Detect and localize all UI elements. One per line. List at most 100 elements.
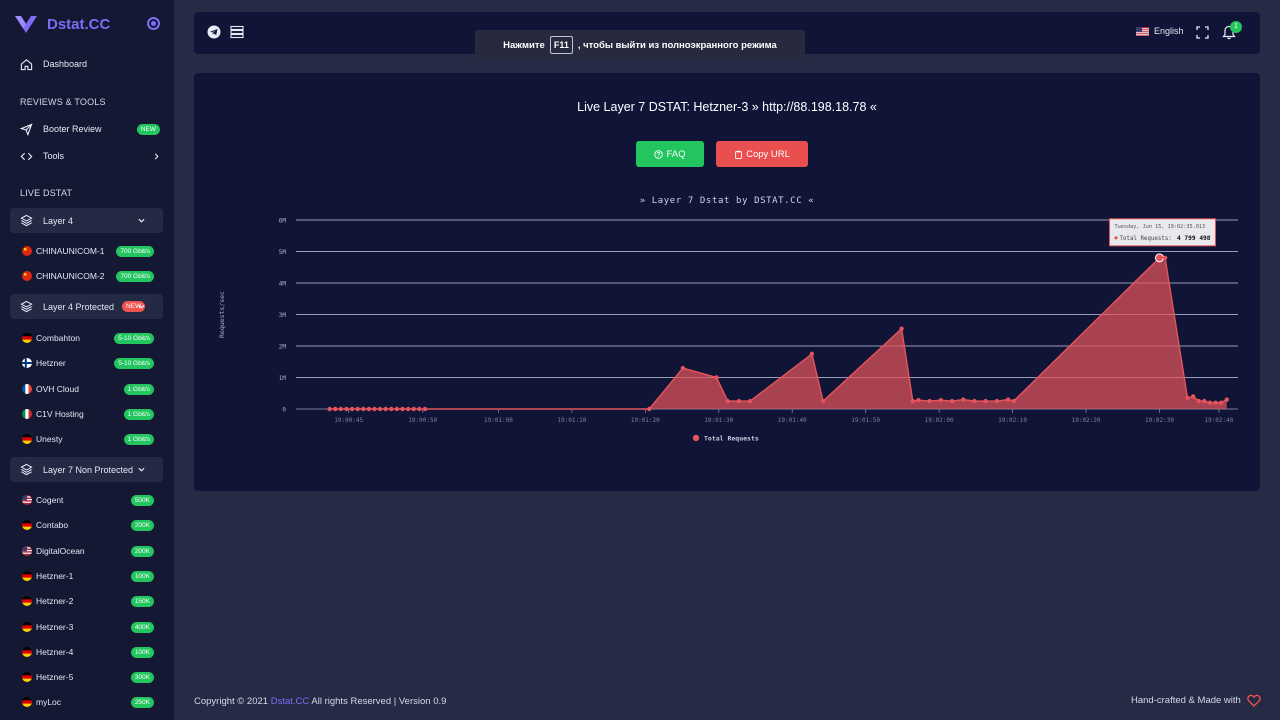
y-tick-label: 5M bbox=[279, 249, 287, 256]
layers-icon bbox=[20, 214, 33, 227]
chevron-down-icon bbox=[138, 304, 145, 309]
sidebar-item-label: Hetzner-1 bbox=[36, 570, 74, 581]
legend-marker bbox=[692, 434, 700, 442]
capacity-badge: 200K bbox=[130, 545, 154, 557]
sidebar-item-chinaunicom-1[interactable]: CHINAUNICOM-1 700 Gbit/s bbox=[22, 244, 154, 258]
data-point bbox=[1218, 400, 1224, 405]
data-point bbox=[680, 365, 686, 371]
sidebar-item-c1v-hosting[interactable]: C1V Hosting 1 Gbit/s bbox=[22, 407, 154, 421]
us-flag-icon bbox=[1136, 26, 1149, 36]
sidebar-item-hetzner-5[interactable]: Hetzner-5 300K bbox=[22, 670, 154, 684]
cn-flag-icon bbox=[22, 246, 32, 256]
sidebar-item-myloc[interactable]: myLoc 250K bbox=[22, 695, 154, 709]
capacity-badge: 300K bbox=[130, 672, 154, 684]
legend-label: Total Requests bbox=[704, 435, 759, 443]
brand[interactable]: Dstat.CC bbox=[14, 13, 110, 35]
series-area bbox=[329, 257, 1227, 409]
data-point bbox=[372, 406, 377, 412]
capacity-badge: 700 Gbit/s bbox=[116, 271, 154, 282]
dstat-card: Live Layer 7 DSTAT: Hetzner-3 » http://8… bbox=[194, 73, 1260, 491]
data-point bbox=[361, 406, 366, 412]
data-point bbox=[647, 406, 652, 412]
footer-copyright: Copyright © 2021 Dstat.CC All rights Res… bbox=[194, 696, 446, 707]
data-point bbox=[1196, 398, 1201, 404]
sidebar-item-contabo[interactable]: Contabo 200K bbox=[22, 518, 154, 532]
sidebar-item-cogent[interactable]: Cogent 500K bbox=[22, 493, 154, 507]
capacity-badge: 1 Gbit/s bbox=[123, 383, 154, 395]
sidebar-item-label: Unesty bbox=[36, 434, 63, 445]
group-layer7[interactable]: Layer 7 Non Protected bbox=[10, 457, 163, 482]
language-selector[interactable]: English bbox=[1136, 26, 1184, 36]
x-tick-label: 19:01:30 bbox=[704, 417, 733, 424]
fullscreen-notice-text-2: , чтобы выйти из полноэкранного режима bbox=[577, 39, 777, 51]
group-label: Layer 7 Non Protected bbox=[43, 464, 134, 475]
heart-icon bbox=[1247, 694, 1261, 707]
sidebar-item-label: Hetzner-4 bbox=[36, 646, 74, 657]
sidebar-toggle-icon[interactable] bbox=[147, 17, 160, 30]
chevron-down-icon bbox=[138, 467, 145, 472]
data-point bbox=[938, 397, 944, 403]
data-point bbox=[820, 398, 826, 404]
send-icon bbox=[20, 122, 33, 136]
sidebar-item-hetzner[interactable]: Hetzner 5-10 Gbit/s bbox=[22, 356, 154, 370]
fullscreen-icon[interactable] bbox=[1196, 26, 1209, 39]
sidebar-item-hetzner-1[interactable]: Hetzner-1 100K bbox=[22, 569, 154, 583]
server-icon[interactable] bbox=[230, 25, 244, 39]
language-label: English bbox=[1154, 26, 1184, 36]
fullscreen-notice-text: Нажмите bbox=[503, 39, 545, 51]
sidebar-item-chinaunicom-2[interactable]: CHINAUNICOM-2 700 Gbit/s bbox=[22, 269, 154, 283]
section-title-reviews: REVIEWS & TOOLS bbox=[20, 97, 106, 107]
it-flag-icon bbox=[22, 408, 32, 419]
capacity-badge: 400K bbox=[130, 621, 154, 633]
data-point bbox=[1202, 398, 1207, 404]
sidebar-item-hetzner-4[interactable]: Hetzner-4 100K bbox=[22, 645, 154, 659]
x-tick-label: 19:01:10 bbox=[557, 417, 586, 424]
de-flag-icon bbox=[22, 570, 32, 581]
x-tick-label: 19:02:30 bbox=[1145, 417, 1174, 424]
data-point bbox=[809, 351, 815, 357]
data-point bbox=[725, 398, 730, 404]
x-tick-label: 19:01:00 bbox=[484, 417, 513, 424]
group-layer4-protected[interactable]: Layer 4 Protected NEW bbox=[10, 294, 163, 319]
sidebar-item-digitalocean[interactable]: DigitalOcean 200K bbox=[22, 544, 154, 558]
capacity-badge: 100K bbox=[130, 646, 154, 658]
made-with-label: Hand-crafted & Made with bbox=[1131, 695, 1241, 706]
capacity-badge: 200K bbox=[130, 520, 154, 532]
sidebar-item-label: C1V Hosting bbox=[36, 408, 84, 419]
data-point bbox=[1207, 400, 1213, 405]
y-tick-label: 6M bbox=[279, 218, 287, 225]
sidebar-item-hetzner-2[interactable]: Hetzner-2 150K bbox=[22, 594, 154, 608]
sidebar-item-combahton[interactable]: Combahton 5-10 Gbit/s bbox=[22, 331, 154, 345]
sidebar-item-label: Hetzner bbox=[36, 358, 66, 369]
data-point bbox=[422, 406, 428, 412]
copyright-link[interactable]: Dstat.CC bbox=[271, 696, 310, 707]
sidebar-item-tools[interactable]: Tools bbox=[20, 147, 160, 165]
de-flag-icon bbox=[22, 520, 32, 531]
capacity-badge: 5-10 Gbit/s bbox=[114, 358, 154, 370]
code-icon bbox=[20, 152, 33, 160]
data-point bbox=[383, 406, 388, 412]
telegram-icon[interactable] bbox=[207, 25, 221, 39]
group-layer4[interactable]: Layer 4 bbox=[10, 208, 163, 233]
sidebar-item-hetzner-3[interactable]: Hetzner-3 400K bbox=[22, 620, 154, 634]
capacity-badge: 500K bbox=[130, 495, 154, 506]
sidebar-item-label: Hetzner-5 bbox=[36, 672, 74, 683]
y-tick-label: 1M bbox=[279, 375, 287, 382]
tooltip-value: 4 799 498 bbox=[1177, 235, 1211, 242]
capacity-badge: 1 Gbit/s bbox=[123, 408, 154, 420]
data-point bbox=[338, 406, 344, 412]
capacity-badge: 1 Gbit/s bbox=[123, 434, 154, 446]
data-point bbox=[405, 406, 411, 412]
sidebar-item-booter-review[interactable]: Booter Review NEW bbox=[20, 120, 160, 138]
data-point bbox=[714, 375, 719, 380]
us-flag-icon bbox=[22, 545, 32, 556]
fr-flag-icon bbox=[22, 383, 32, 394]
new-badge: NEW bbox=[136, 124, 160, 135]
home-icon bbox=[20, 58, 33, 70]
y-tick-label: 3M bbox=[279, 312, 287, 319]
sidebar-item-label: Tools bbox=[43, 151, 65, 161]
sidebar-item-unesty[interactable]: Unesty 1 Gbit/s bbox=[22, 432, 154, 446]
sidebar-item-dashboard[interactable]: Dashboard bbox=[20, 55, 87, 73]
data-point bbox=[949, 398, 955, 404]
sidebar-item-ovh-cloud[interactable]: OVH Cloud 1 Gbit/s bbox=[22, 382, 154, 396]
